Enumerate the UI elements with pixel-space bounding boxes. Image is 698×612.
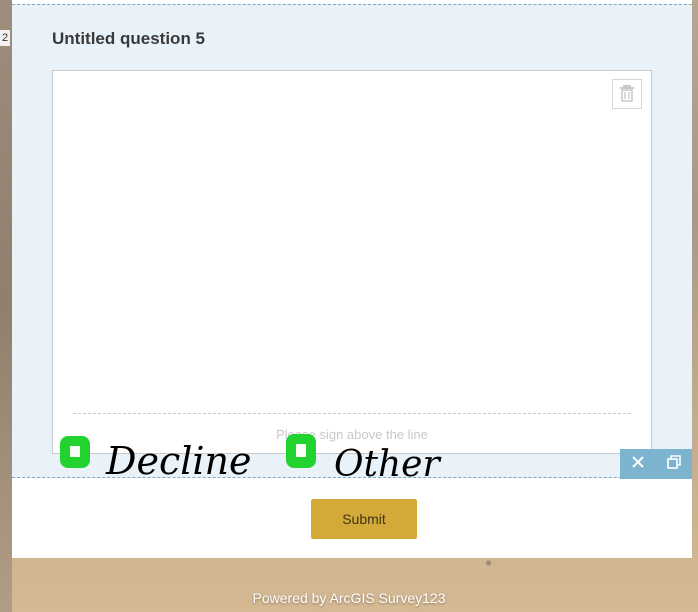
handwritten-option-other: Other xyxy=(334,444,441,485)
clear-signature-button[interactable] xyxy=(612,79,642,109)
handwritten-options: Decline Other xyxy=(60,434,441,485)
signature-question: Untitled question 5 Please sign above th… xyxy=(12,4,692,478)
footer-powered-by: Powered by ArcGIS Survey123 xyxy=(252,590,446,606)
green-checkbox-1 xyxy=(60,436,90,468)
close-panel-button[interactable] xyxy=(628,454,648,474)
close-icon xyxy=(631,455,645,474)
submit-button[interactable]: Submit xyxy=(311,499,417,539)
trash-icon xyxy=(619,84,635,105)
green-checkbox-2 xyxy=(286,434,316,468)
handwritten-option-decline: Decline xyxy=(105,439,252,483)
left-strip-number: 2 xyxy=(0,30,10,46)
background-left-strip: 2 xyxy=(0,0,12,612)
signature-line xyxy=(73,413,631,414)
restore-panel-button[interactable] xyxy=(664,454,684,474)
restore-icon xyxy=(666,454,682,475)
panel-controls xyxy=(620,449,692,479)
question-title: Untitled question 5 xyxy=(52,29,205,48)
signature-canvas[interactable]: Please sign above the line xyxy=(52,70,652,454)
